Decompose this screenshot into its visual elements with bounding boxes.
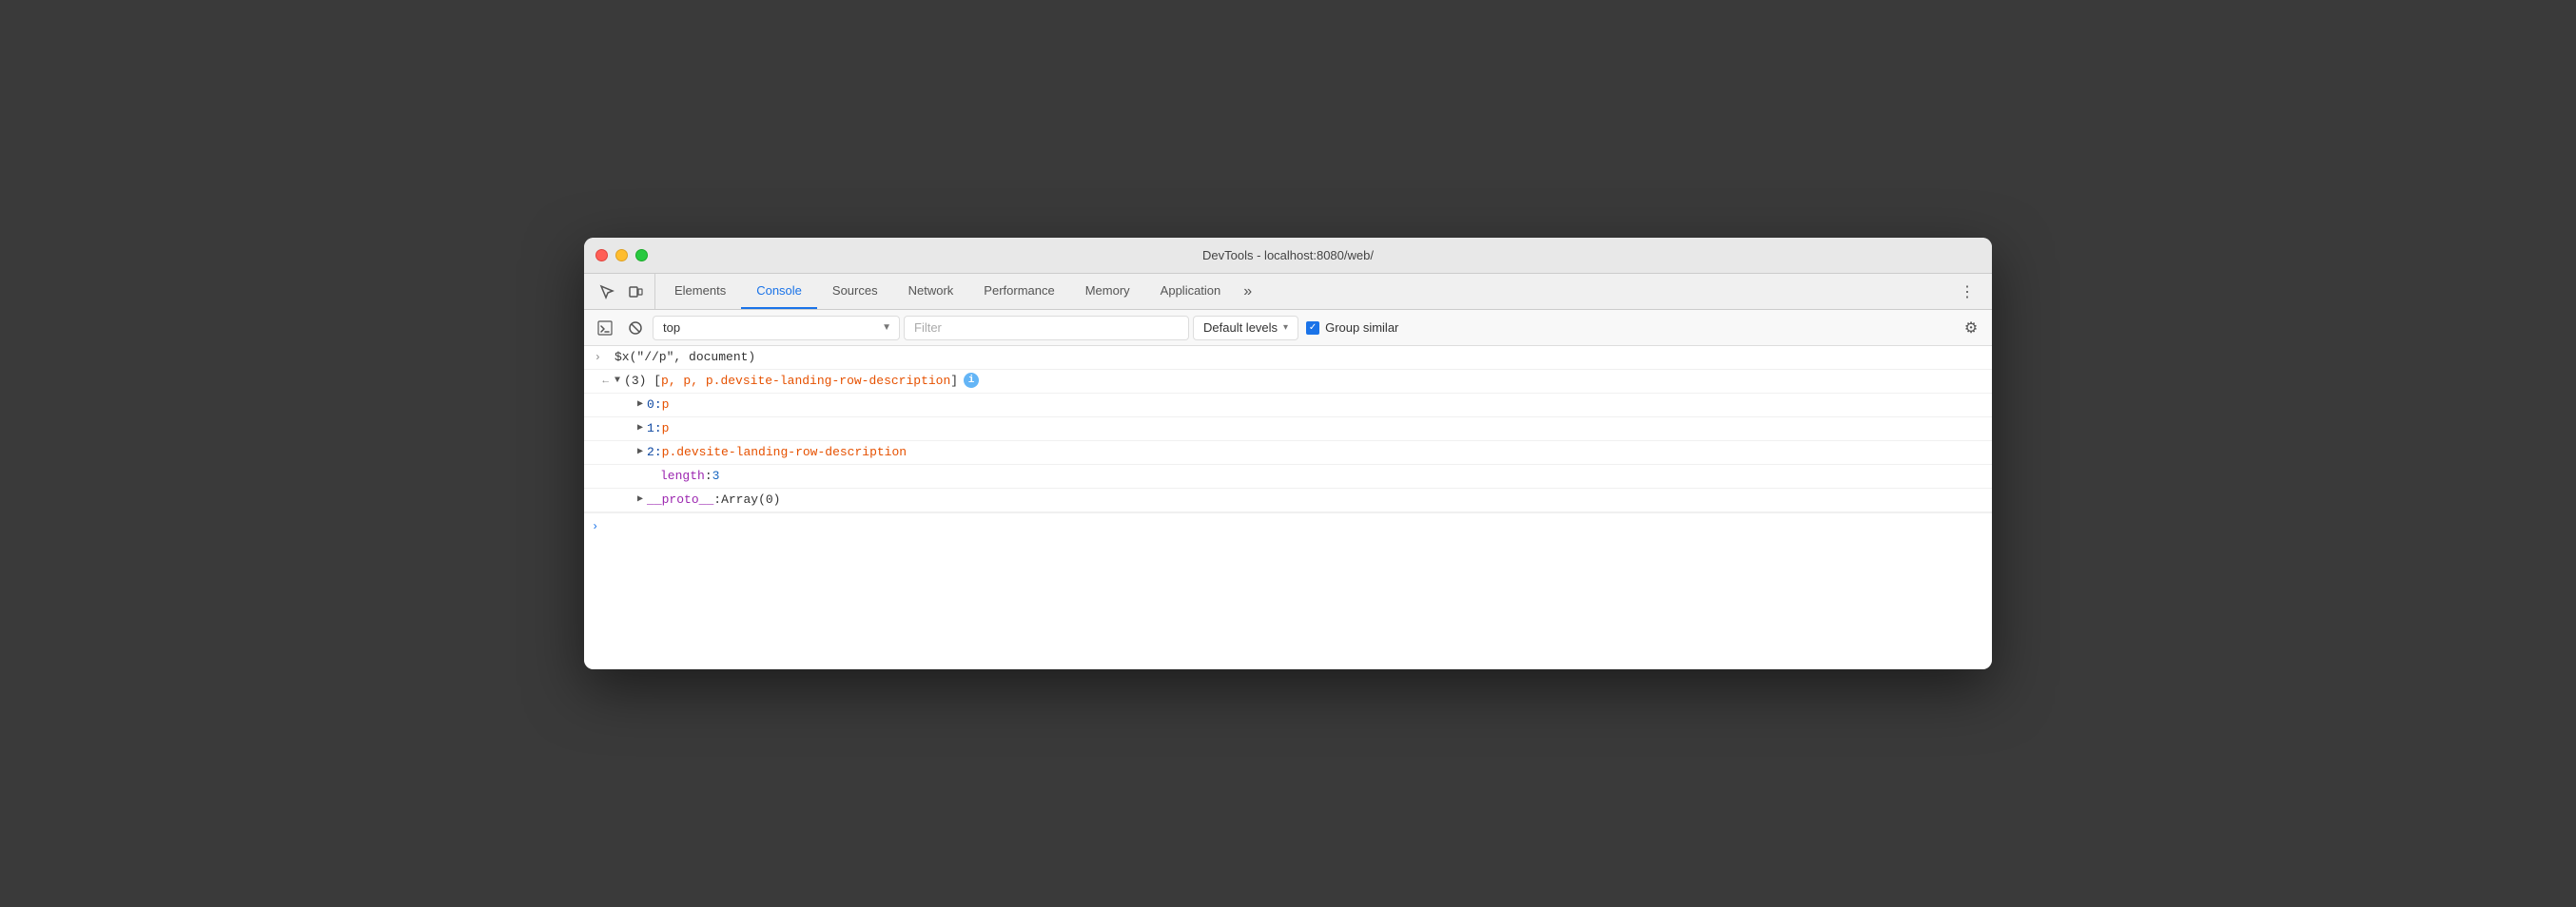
- proto-expand-arrow[interactable]: ▶: [637, 492, 643, 509]
- tab-performance[interactable]: Performance: [968, 274, 1069, 309]
- tabbar-right: ⋮: [1954, 274, 1988, 309]
- toolbar-right: ⚙: [1958, 315, 1984, 341]
- close-button[interactable]: [595, 249, 608, 261]
- array-items: p, p, p.devsite-landing-row-description: [661, 373, 950, 390]
- array-collapse-arrow[interactable]: ▼: [615, 373, 620, 390]
- array-item-2: ▶ 2: p.devsite-landing-row-description: [584, 441, 1992, 465]
- item-1-expand-arrow[interactable]: ▶: [637, 420, 643, 437]
- more-tabs-button[interactable]: »: [1236, 274, 1259, 309]
- minimize-button[interactable]: [615, 249, 628, 261]
- proto-colon: :: [713, 492, 721, 509]
- console-output-array-header: ← ▼ (3) [p, p, p.devsite-landing-row-des…: [584, 370, 1992, 394]
- console-active-input[interactable]: ›: [584, 512, 1992, 539]
- length-colon: :: [705, 468, 712, 485]
- group-similar-checkbox[interactable]: [1306, 321, 1319, 335]
- maximize-button[interactable]: [635, 249, 648, 261]
- input-prompt-arrow: ›: [595, 349, 601, 366]
- context-selector[interactable]: top ▼: [653, 316, 900, 340]
- item-0-expand-arrow[interactable]: ▶: [637, 396, 643, 414]
- length-key: length: [660, 468, 705, 485]
- console-settings-button[interactable]: ⚙: [1958, 315, 1984, 341]
- active-prompt-arrow: ›: [592, 520, 598, 533]
- proto-key: __proto__: [647, 492, 713, 509]
- array-close: ]: [950, 373, 958, 390]
- item-0-index: 0:: [647, 396, 662, 414]
- item-2-value: p.devsite-landing-row-description: [662, 444, 907, 461]
- console-toolbar: top ▼ Filter Default levels ▾ Group simi…: [584, 310, 1992, 346]
- tab-memory[interactable]: Memory: [1070, 274, 1145, 309]
- clear-console-button[interactable]: [622, 315, 649, 341]
- length-value: 3: [712, 468, 720, 485]
- tab-application[interactable]: Application: [1145, 274, 1237, 309]
- back-arrow-icon: ←: [602, 373, 609, 390]
- array-length-property: length : 3: [584, 465, 1992, 489]
- tab-network[interactable]: Network: [893, 274, 969, 309]
- console-prompt-gutter: ›: [592, 349, 615, 366]
- array-info-badge[interactable]: i: [964, 373, 979, 388]
- inspect-element-button[interactable]: [594, 279, 620, 305]
- console-filter-input[interactable]: Filter: [904, 316, 1189, 340]
- output-back-arrow-gutter: ←: [592, 373, 615, 390]
- log-levels-arrow: ▾: [1283, 322, 1288, 333]
- context-dropdown-arrow: ▼: [882, 322, 891, 333]
- tabbar: Elements Console Sources Network Perform…: [584, 274, 1992, 310]
- tab-toolbar-icons: [588, 274, 655, 309]
- customize-devtools-button[interactable]: ⋮: [1954, 279, 1981, 305]
- proto-value: Array(0): [721, 492, 780, 509]
- log-levels-dropdown[interactable]: Default levels ▾: [1193, 316, 1298, 340]
- titlebar: DevTools - localhost:8080/web/: [584, 238, 1992, 274]
- window-title: DevTools - localhost:8080/web/: [1202, 248, 1374, 262]
- tab-console[interactable]: Console: [741, 274, 817, 309]
- console-command: $x("//p", document): [615, 349, 755, 366]
- console-input-line: › $x("//p", document): [584, 346, 1992, 370]
- item-2-expand-arrow[interactable]: ▶: [637, 444, 643, 461]
- devtools-window: DevTools - localhost:8080/web/ Elements …: [584, 238, 1992, 669]
- traffic-lights: [595, 249, 648, 261]
- group-similar-toggle[interactable]: Group similar: [1302, 320, 1402, 335]
- tab-sources[interactable]: Sources: [817, 274, 893, 309]
- array-count: (3) [: [624, 373, 661, 390]
- device-toolbar-button[interactable]: [622, 279, 649, 305]
- array-proto-property: ▶ __proto__ : Array(0): [584, 489, 1992, 512]
- execute-script-button[interactable]: [592, 315, 618, 341]
- item-1-value: p: [662, 420, 670, 437]
- item-0-value: p: [662, 396, 670, 414]
- console-output: › $x("//p", document) ← ▼ (3) [p, p, p.d…: [584, 346, 1992, 669]
- tab-elements[interactable]: Elements: [659, 274, 741, 309]
- item-1-index: 1:: [647, 420, 662, 437]
- array-item-0: ▶ 0: p: [584, 394, 1992, 417]
- array-item-1: ▶ 1: p: [584, 417, 1992, 441]
- item-2-index: 2:: [647, 444, 662, 461]
